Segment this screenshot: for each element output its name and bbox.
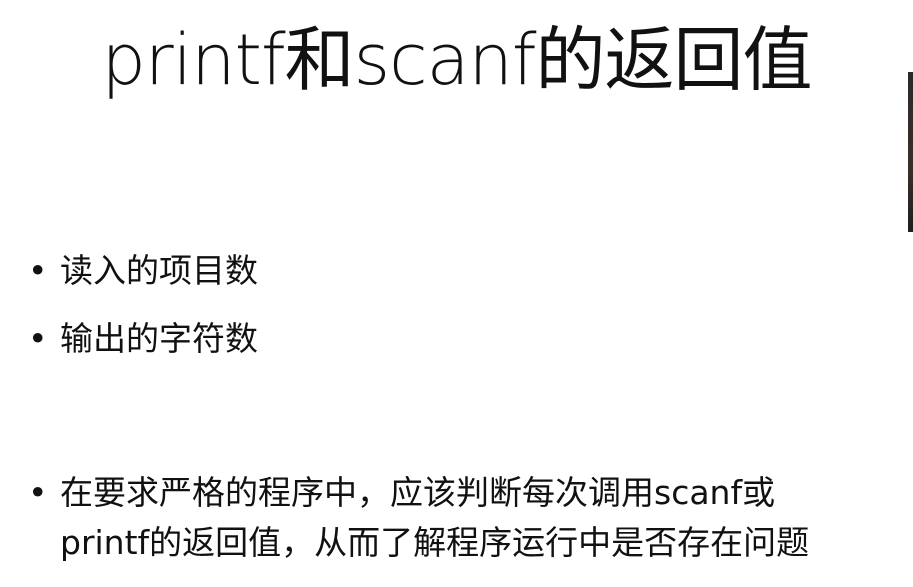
bullet-text: 读入的项目数	[60, 251, 258, 290]
slide-title: printf和scanf的返回值	[101, 19, 813, 101]
bullet-icon: •	[28, 319, 48, 358]
bullet-item-output-count: • 输出的字符数	[28, 314, 898, 364]
bullet-text-line-2: printf的返回值，从而了解程序运行中是否存在问题	[60, 523, 810, 562]
bullet-icon: •	[28, 251, 48, 290]
bullet-text: 输出的字符数	[60, 319, 258, 358]
bullet-item-read-count: • 读入的项目数	[28, 246, 898, 296]
video-edge-strip	[908, 72, 913, 232]
slide: printf和scanf的返回值 • 读入的项目数 • 输出的字符数 • 在要求…	[0, 0, 913, 587]
bullet-text-line-1: 在要求严格的程序中，应该判断每次调用scanf或	[60, 473, 776, 512]
bullet-icon: •	[28, 473, 48, 512]
bullet-item-check-return: • 在要求严格的程序中，应该判断每次调用scanf或 printf的返回值，从而…	[28, 468, 898, 568]
